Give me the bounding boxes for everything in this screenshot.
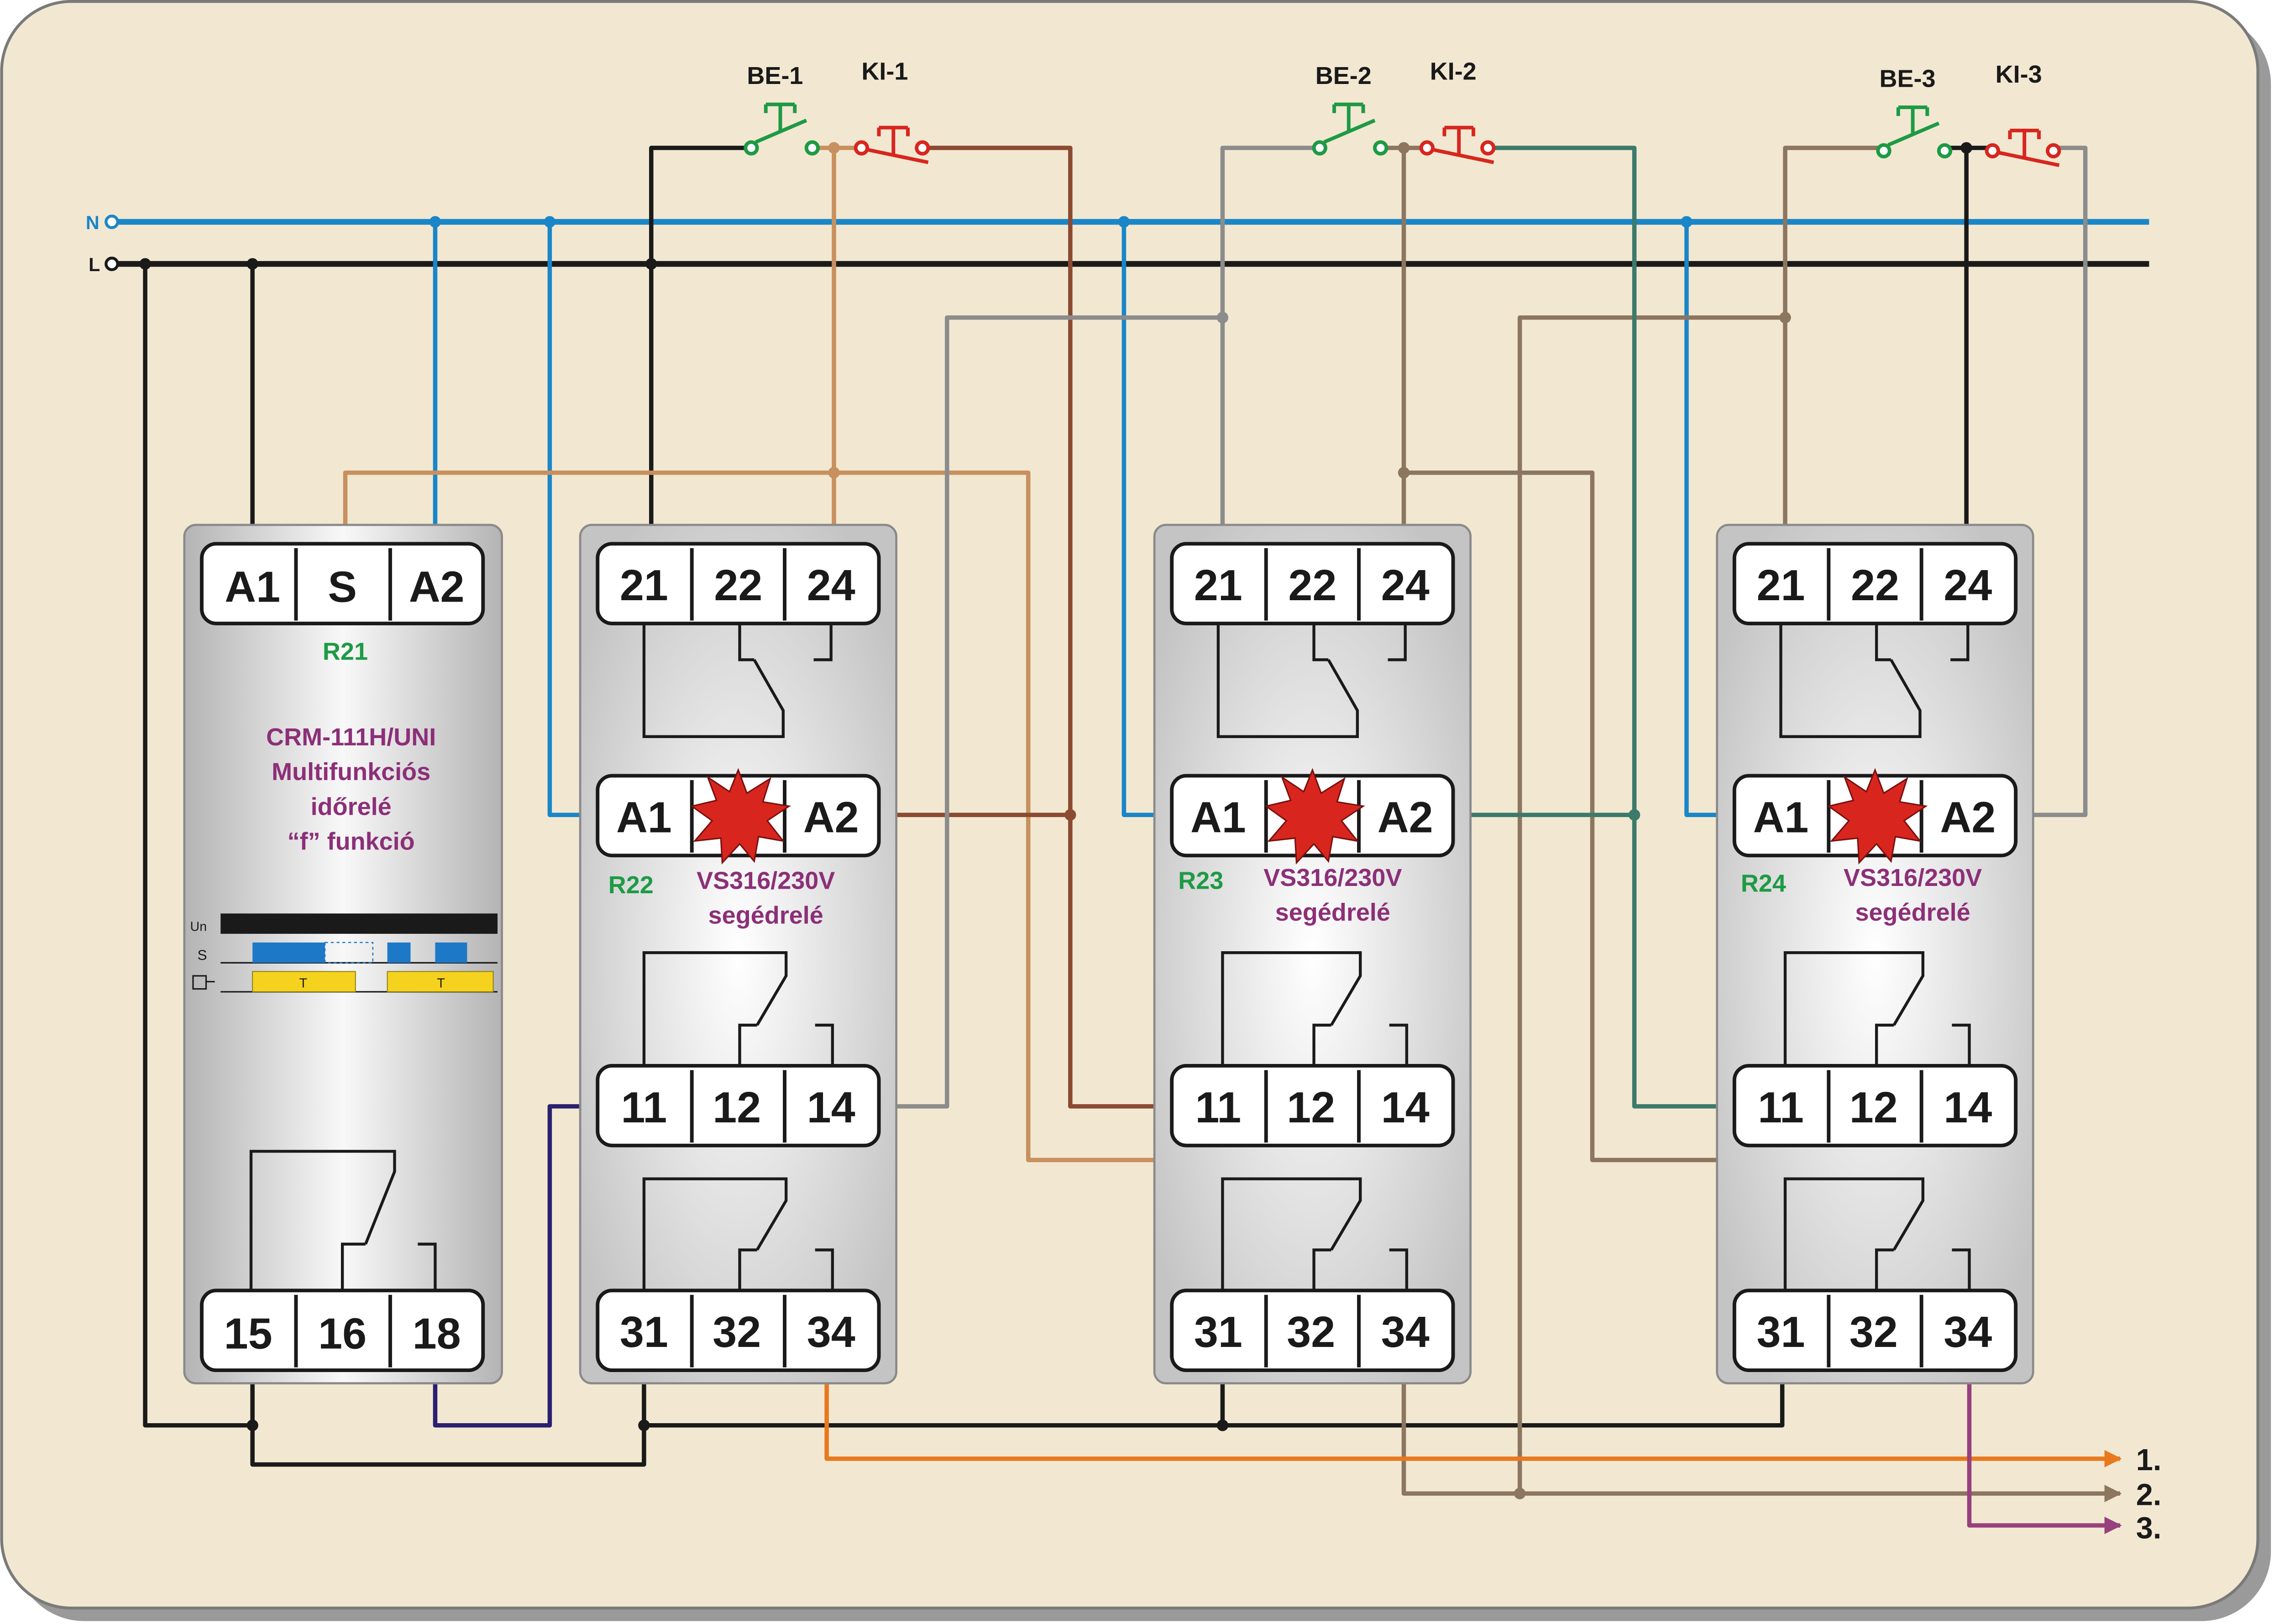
n-terminal [105,215,119,229]
terminal-label: 22 [1851,561,1899,610]
relay-desc-line: VS316/230V [697,867,835,894]
junction-dot [139,258,151,270]
terminal-label: 21 [1194,561,1242,610]
wiring-diagram: N L BE-1 KI-1 BE-2 KI-2 BE-3 KI-3 A1 S A… [0,0,2271,1621]
timing-label-un: Un [190,919,207,934]
output-label-1: 1. [2136,1443,2162,1477]
coil-label: A2 [803,793,859,842]
be-button-label: BE-1 [747,62,803,89]
timing-label-t: T [299,976,307,990]
ki-button-label: KI-2 [1430,58,1477,85]
relay-desc-line: segédrelé [1275,899,1390,926]
coil-label: A2 [1378,793,1433,842]
terminal-label: 24 [807,561,855,610]
terminal-label: 34 [1944,1308,1992,1357]
terminal-label: 34 [1381,1308,1430,1357]
output-label-2: 2. [2136,1478,2162,1512]
terminal-label: A1 [225,563,280,611]
junction-dot [1779,312,1791,324]
terminal-label: 12 [1850,1084,1898,1132]
timer-desc-line: “f” funkció [288,828,415,855]
terminal-label: 32 [1287,1308,1335,1357]
relay-desc-line: VS316/230V [1844,864,1982,891]
junction-dot [544,216,556,228]
terminal-label: 24 [1381,561,1430,610]
ki-button-label: KI-1 [861,58,908,85]
terminal-label: 31 [1756,1308,1805,1357]
relay-ref-label: R23 [1178,867,1223,894]
timer-desc-line: Multifunkciós [272,758,430,786]
terminal-label: 14 [807,1084,855,1132]
terminal-label: 12 [1287,1084,1335,1132]
terminal-label: 31 [1194,1308,1242,1357]
coil-label: A1 [1190,793,1246,842]
junction-dot [429,216,441,228]
timer-ref-label: R21 [323,638,368,665]
terminal-label: 16 [318,1310,367,1358]
junction-dot [645,258,657,270]
coil-label: A1 [616,793,672,842]
terminal-label: 11 [1195,1084,1242,1132]
terminal-label: 24 [1944,561,1992,610]
ki-button-label: KI-3 [1996,61,2042,88]
terminal-label: 32 [1850,1308,1898,1357]
terminal-label: 12 [713,1084,761,1132]
terminal-label: 14 [1944,1084,1992,1132]
terminal-label: 11 [621,1084,667,1132]
relay-ref-label: R24 [1741,870,1786,897]
terminal-label: 14 [1381,1084,1430,1132]
relay-desc-line: segédrelé [708,902,823,929]
timer-desc-line: CRM-111H/UNI [266,723,436,751]
relay-desc-line: VS316/230V [1263,864,1402,891]
junction-dot [828,142,840,154]
junction-dot [1216,1420,1229,1431]
aux-relay-r22: 21 22 24 A1 A2 R22 VS316/230V segédrelé … [579,524,898,1385]
junction-dot [638,1420,650,1431]
terminal-label: 21 [1756,561,1805,610]
terminal-label: 21 [620,561,668,610]
terminal-label: 22 [1288,561,1336,610]
junction-dot [1398,142,1410,154]
terminal-label: 32 [713,1308,761,1357]
timing-label-s: S [197,947,207,963]
terminal-label: A2 [409,563,465,611]
relay-ref-label: R22 [608,871,654,899]
junction-dot [246,1420,258,1431]
junction-dot [246,258,258,270]
l-label: L [89,254,100,275]
terminal-label: S [328,563,357,611]
junction-dot [828,466,840,479]
l-terminal [105,257,119,272]
terminal-label: 18 [413,1310,461,1358]
coil-label: A2 [1940,793,1996,842]
junction-dot [1681,216,1692,228]
terminal-label: 31 [620,1308,668,1357]
aux-relay-r24: 21 22 24 A1 A2 R24 VS316/230V segédrelé … [1716,524,2034,1385]
n-label: N [86,212,100,233]
aux-relay-r23: 21 22 24 A1 A2 R23 VS316/230V segédrelé … [1153,524,1472,1385]
coil-label: A1 [1753,793,1809,842]
junction-dot [1216,312,1229,324]
terminal-label: 34 [807,1308,855,1357]
timer-module: A1 S A2 R21 CRM-111H/UNI Multifunkciós i… [183,524,503,1385]
be-button-label: BE-3 [1880,65,1936,93]
junction-dot [1628,809,1640,821]
relay-desc-line: segédrelé [1855,899,1970,926]
terminal-label: 15 [224,1310,272,1358]
terminal-label: 11 [1758,1084,1804,1132]
timing-label-t: T [437,976,445,990]
junction-dot [1514,1488,1526,1499]
timer-desc-line: időrelé [311,793,392,820]
junction-dot [1960,142,1972,154]
junction-dot [1398,466,1410,479]
junction-dot [1064,809,1076,821]
terminal-label: 22 [714,561,762,610]
be-button-label: BE-2 [1315,62,1372,89]
junction-dot [1118,216,1130,228]
output-label-3: 3. [2136,1512,2162,1545]
